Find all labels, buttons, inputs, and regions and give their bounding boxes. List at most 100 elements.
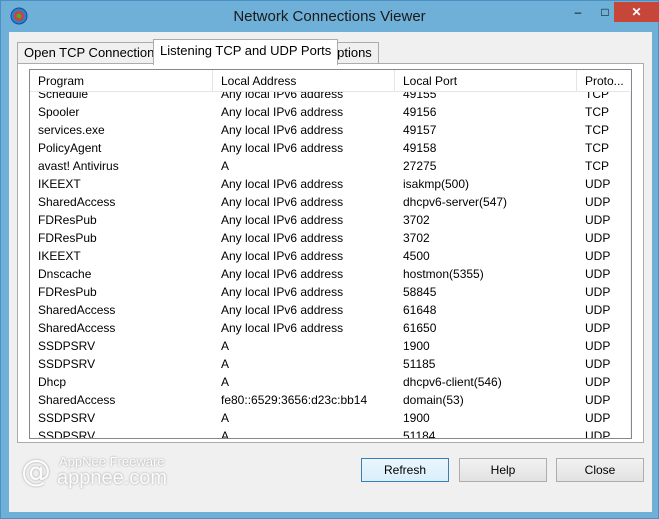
cell-local-port: 27275 <box>403 159 437 173</box>
cell-protocol: UDP <box>585 267 611 281</box>
cell-local-port: 61648 <box>403 303 437 317</box>
rows-container: Schedule Any local IPv6 address 49155 TCP Sp… <box>30 92 630 438</box>
cell-local-port: dhcpv6-server(547) <box>403 195 508 209</box>
cell-local-port: 4500 <box>403 249 430 263</box>
cell-protocol: UDP <box>585 303 611 317</box>
cell-program: Dhcp <box>38 375 67 389</box>
table-row[interactable]: IKEEXT Any local IPv6 address isakmp(500) U… <box>30 175 630 193</box>
cell-protocol: UDP <box>585 339 611 353</box>
cell-local-port: 51184 <box>403 429 436 438</box>
cell-protocol: UDP <box>585 375 611 389</box>
watermark: @ AppNee Freeware appnee.com <box>21 452 201 492</box>
column-header-program[interactable]: Program <box>30 70 213 92</box>
list-header: Program Local Address Local Port Proto..… <box>30 70 630 92</box>
cell-protocol: TCP <box>585 159 609 173</box>
cell-protocol: UDP <box>585 177 611 191</box>
minimize-button[interactable]: – <box>565 2 591 22</box>
ports-list-view[interactable]: Program Local Address Local Port Proto..… <box>29 69 632 439</box>
table-row[interactable]: FDResPub Any local IPv6 address 3702 UDP <box>30 229 630 247</box>
app-window: Network Connections Viewer – □ ✕ Open TC… <box>0 0 659 519</box>
table-row[interactable]: SSDPSRV A 1900 UDP <box>30 409 630 427</box>
refresh-button[interactable]: Refresh <box>361 458 449 482</box>
cell-local-address: Any local IPv6 address <box>221 141 344 155</box>
cell-program: PolicyAgent <box>38 141 102 155</box>
table-row[interactable]: Dhcp Adhcpv6-client(546) UDP <box>30 373 630 391</box>
table-row[interactable]: SharedAccess Any local IPv6 address dhcpv6… <box>30 193 630 211</box>
vertical-scrollbar[interactable]: ▲ ▼ <box>630 92 631 438</box>
table-row[interactable]: FDResPub Any local IPv6 address 58845 UDP <box>30 283 630 301</box>
table-row[interactable]: SSDPSRV A 51184 UDP <box>30 427 630 438</box>
cell-local-address: A <box>221 375 230 389</box>
cell-protocol: UDP <box>585 429 611 438</box>
help-button[interactable]: Help <box>459 458 547 482</box>
cell-protocol: UDP <box>585 195 611 209</box>
cell-local-port: 1900 <box>403 339 430 353</box>
cell-program: IKEEXT <box>38 249 81 263</box>
cell-program: IKEEXT <box>38 177 81 191</box>
cell-local-port: 49155 <box>403 92 437 101</box>
close-button[interactable]: Close <box>556 458 644 482</box>
column-header-local-address[interactable]: Local Address <box>213 70 395 92</box>
table-row[interactable]: Schedule Any local IPv6 address 49155 TCP <box>30 92 630 103</box>
cell-program: SSDPSRV <box>38 429 96 438</box>
cell-program: Spooler <box>38 105 80 119</box>
cell-local-port: 3702 <box>403 231 430 245</box>
cell-protocol: UDP <box>585 231 611 245</box>
tab-listening-ports[interactable]: Listening TCP and UDP Ports <box>153 39 339 65</box>
cell-local-address: Any local IPv6 address <box>221 177 344 191</box>
table-row[interactable]: services.exe Any local IPv6 address 49157 T… <box>30 121 630 139</box>
cell-local-address: Any local IPv6 address <box>221 249 344 263</box>
column-header-protocol[interactable]: Proto... <box>577 70 631 92</box>
cell-program: services.exe <box>38 123 105 137</box>
cell-program: Schedule <box>38 92 89 101</box>
table-row[interactable]: SSDPSRV A 51185 UDP <box>30 355 630 373</box>
scroll-down-arrow-icon[interactable]: ▼ <box>630 421 631 438</box>
cell-program: SharedAccess <box>38 303 116 317</box>
close-window-button[interactable]: ✕ <box>614 2 659 22</box>
cell-local-address: A <box>221 339 230 353</box>
table-row[interactable]: Spooler Any local IPv6 address 49156 TCP <box>30 103 630 121</box>
cell-protocol: UDP <box>585 321 611 335</box>
cell-local-address: A <box>221 159 230 173</box>
cell-local-address: Any local IPv6 address <box>221 123 344 137</box>
watermark-at-icon: @ <box>21 454 51 489</box>
cell-protocol: UDP <box>585 411 611 425</box>
cell-program: SharedAccess <box>38 393 116 407</box>
table-row[interactable]: FDResPub Any local IPv6 address 3702 UDP <box>30 211 630 229</box>
table-row[interactable]: SharedAccess fe80::6529:3656:d23c:bb14 dom… <box>30 391 630 409</box>
table-row[interactable]: SharedAccess Any local IPv6 address 61650 U… <box>30 319 630 337</box>
title-bar[interactable]: Network Connections Viewer – □ ✕ <box>1 1 659 32</box>
cell-local-port: dhcpv6-client(546) <box>403 375 502 389</box>
cell-local-port: 1900 <box>403 411 430 425</box>
cell-protocol: UDP <box>585 249 611 263</box>
cell-local-address: Any local IPv6 address <box>221 303 344 317</box>
cell-local-address: Any local IPv6 address <box>221 285 344 299</box>
cell-local-address: A <box>221 429 230 438</box>
table-row[interactable]: SharedAccess Any local IPv6 address 61648 U… <box>30 301 630 319</box>
cell-program: SSDPSRV <box>38 339 96 353</box>
cell-local-address: A <box>221 411 230 425</box>
client-area: Open TCP Connections Listening TCP and U… <box>9 32 652 512</box>
cell-local-address: Any local IPv6 address <box>221 213 344 227</box>
cell-program: Dnscache <box>38 267 92 281</box>
table-row[interactable]: SSDPSRV A 1900 UDP <box>30 337 630 355</box>
window-title: Network Connections Viewer <box>233 8 426 25</box>
cell-protocol: UDP <box>585 213 611 227</box>
cell-protocol: TCP <box>585 141 609 155</box>
cell-local-port: 49156 <box>403 105 437 119</box>
tab-open-tcp-connections[interactable]: Open TCP Connections <box>17 42 168 64</box>
cell-local-port: 3702 <box>403 213 430 227</box>
cell-program: SSDPSRV <box>38 357 96 371</box>
cell-protocol: UDP <box>585 357 611 371</box>
table-row[interactable]: PolicyAgent Any local IPv6 address 49158 TC… <box>30 139 630 157</box>
cell-local-address: A <box>221 357 230 371</box>
table-row[interactable]: Dnscache Any local IPv6 address hostmon(53… <box>30 265 630 283</box>
column-header-local-port[interactable]: Local Port <box>395 70 577 92</box>
cell-local-port: 61650 <box>403 321 437 335</box>
cell-local-port: 58845 <box>403 285 437 299</box>
cell-protocol: TCP <box>585 123 609 137</box>
scroll-up-arrow-icon[interactable]: ▲ <box>630 92 631 109</box>
table-row[interactable]: avast! Antivirus A 27275 TCP <box>30 157 630 175</box>
cell-local-address: Any local IPv6 address <box>221 321 344 335</box>
table-row[interactable]: IKEEXT Any local IPv6 address 4500 UDP <box>30 247 630 265</box>
